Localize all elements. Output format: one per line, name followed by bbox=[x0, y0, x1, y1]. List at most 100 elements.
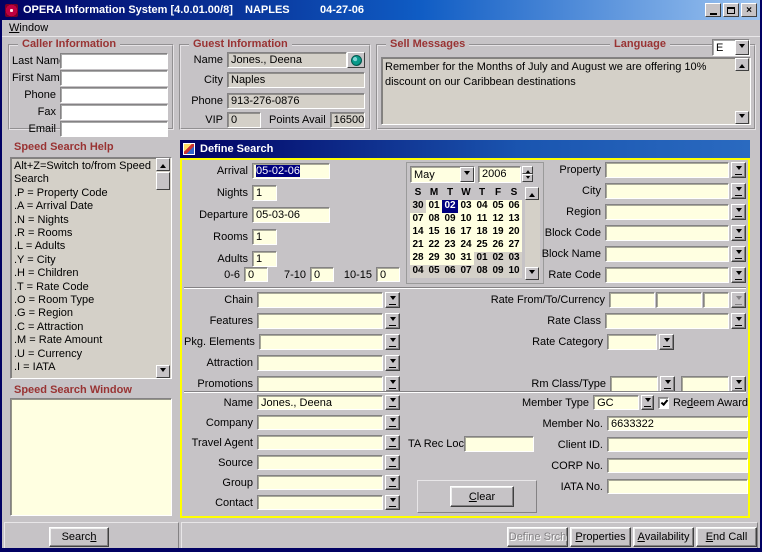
lov-button[interactable] bbox=[385, 475, 400, 490]
rate-to-field[interactable] bbox=[656, 292, 702, 308]
lov-button[interactable] bbox=[385, 435, 400, 450]
guest-city-field[interactable]: Naples bbox=[227, 72, 365, 88]
language-select[interactable]: E bbox=[712, 39, 750, 56]
caller-field-input[interactable] bbox=[60, 70, 168, 86]
calendar-date-cell[interactable]: 26 bbox=[490, 239, 506, 252]
action-button[interactable]: Properties bbox=[570, 527, 631, 547]
lov-button[interactable] bbox=[731, 225, 746, 241]
scroll-down-button[interactable] bbox=[156, 365, 170, 378]
profile-field-input[interactable] bbox=[257, 435, 383, 450]
calendar-date-cell[interactable]: 30 bbox=[442, 252, 458, 265]
lov-button[interactable] bbox=[659, 334, 674, 350]
calendar-date-cell[interactable]: 27 bbox=[506, 239, 522, 252]
calendar-date-cell[interactable]: 19 bbox=[490, 226, 506, 239]
children-age-field[interactable]: 0 bbox=[376, 267, 400, 282]
calendar-date-cell[interactable]: 05 bbox=[490, 200, 506, 213]
calendar-date-cell[interactable]: 07 bbox=[458, 265, 474, 278]
lov-button[interactable] bbox=[385, 292, 400, 308]
calendar-date-cell[interactable]: 15 bbox=[426, 226, 442, 239]
calendar-date-cell[interactable]: 16 bbox=[442, 226, 458, 239]
lov-button[interactable] bbox=[385, 395, 400, 410]
caller-field-input[interactable] bbox=[60, 121, 168, 137]
calendar-date-cell[interactable]: 04 bbox=[410, 265, 426, 278]
calendar-date-cell[interactable]: 14 bbox=[410, 226, 426, 239]
guest-vip-field[interactable]: 0 bbox=[227, 112, 261, 128]
feature-field-input[interactable] bbox=[257, 313, 383, 329]
lov-button[interactable] bbox=[731, 246, 746, 262]
rate-class-field[interactable] bbox=[605, 313, 729, 329]
calendar-date-cell[interactable]: 17 bbox=[458, 226, 474, 239]
lov-button[interactable] bbox=[385, 495, 400, 510]
calendar-date-cell[interactable]: 04 bbox=[474, 200, 490, 213]
speed-search-input[interactable] bbox=[10, 398, 172, 516]
calendar-date-cell[interactable]: 30 bbox=[410, 200, 426, 213]
lov-button[interactable] bbox=[731, 267, 746, 283]
calendar-date-cell[interactable]: 02 bbox=[490, 252, 506, 265]
lov-button[interactable] bbox=[385, 415, 400, 430]
lov-button[interactable] bbox=[731, 292, 746, 308]
adults-field[interactable]: 1 bbox=[252, 251, 277, 267]
lov-button[interactable] bbox=[731, 183, 746, 199]
lov-button[interactable] bbox=[385, 334, 400, 350]
caller-field-input[interactable] bbox=[60, 53, 168, 69]
speed-search-help-list[interactable]: Alt+Z=Switch to/from SpeedSearch.P = Pro… bbox=[10, 157, 172, 379]
feature-field-input[interactable] bbox=[259, 334, 383, 350]
calendar-date-cell[interactable]: 23 bbox=[442, 239, 458, 252]
month-dropdown-button[interactable] bbox=[460, 167, 474, 182]
calendar-date-cell[interactable]: 20 bbox=[506, 226, 522, 239]
location-field-input[interactable] bbox=[605, 267, 729, 283]
profile-field-input[interactable] bbox=[257, 415, 383, 430]
calendar-date-cell[interactable]: 02 bbox=[442, 200, 458, 213]
profile-field-input[interactable] bbox=[257, 475, 383, 490]
lov-button[interactable] bbox=[385, 455, 400, 470]
calendar-month-select[interactable]: May bbox=[410, 166, 475, 183]
calendar-date-cell[interactable]: 06 bbox=[506, 200, 522, 213]
search-button[interactable]: Search bbox=[49, 527, 109, 547]
profile-lookup-button[interactable] bbox=[347, 52, 365, 68]
sell-message-scrollbar[interactable] bbox=[735, 58, 750, 124]
calendar-date-cell[interactable]: 05 bbox=[426, 265, 442, 278]
action-button[interactable]: Define Srch bbox=[507, 527, 568, 547]
calendar-date-cell[interactable]: 25 bbox=[474, 239, 490, 252]
rate-category-field[interactable] bbox=[607, 334, 657, 350]
scroll-down-button[interactable] bbox=[735, 111, 749, 124]
calendar-date-cell[interactable]: 29 bbox=[426, 252, 442, 265]
feature-field-input[interactable] bbox=[257, 376, 383, 392]
scroll-up-button[interactable] bbox=[735, 58, 749, 71]
scroll-up-button[interactable] bbox=[156, 158, 170, 171]
calendar-date-cell[interactable]: 03 bbox=[458, 200, 474, 213]
rm-type-field[interactable] bbox=[681, 376, 729, 392]
close-button[interactable]: × bbox=[741, 3, 757, 17]
lov-button[interactable] bbox=[385, 376, 400, 392]
guest-phone-field[interactable]: 913-276-0876 bbox=[227, 93, 365, 109]
lov-button[interactable] bbox=[641, 395, 654, 410]
lov-button[interactable] bbox=[385, 313, 400, 329]
calendar-date-cell[interactable]: 11 bbox=[474, 213, 490, 226]
calendar-date-cell[interactable]: 12 bbox=[490, 213, 506, 226]
lov-button[interactable] bbox=[731, 313, 746, 329]
rate-from-field[interactable] bbox=[609, 292, 655, 308]
calendar-date-cell[interactable]: 31 bbox=[458, 252, 474, 265]
rm-class-field[interactable] bbox=[610, 376, 658, 392]
minimize-button[interactable] bbox=[705, 3, 721, 17]
calendar-date-cell[interactable]: 09 bbox=[442, 213, 458, 226]
member-no-field[interactable]: 6633322 bbox=[607, 416, 748, 431]
location-field-input[interactable] bbox=[605, 225, 729, 241]
calendar-year-field[interactable]: 2006 bbox=[478, 166, 521, 183]
points-avail-field[interactable]: 16500 bbox=[330, 112, 365, 128]
calendar-date-cell[interactable]: 21 bbox=[410, 239, 426, 252]
caller-field-input[interactable] bbox=[60, 104, 168, 120]
lov-button[interactable] bbox=[660, 376, 675, 392]
calendar-date-cell[interactable]: 22 bbox=[426, 239, 442, 252]
arrival-field[interactable]: 05-02-06 bbox=[252, 163, 330, 179]
children-age-field[interactable]: 0 bbox=[244, 267, 268, 282]
calendar-date-cell[interactable]: 06 bbox=[442, 265, 458, 278]
calendar-date-cell[interactable]: 10 bbox=[506, 265, 522, 278]
help-scrollbar[interactable] bbox=[156, 158, 171, 378]
calendar-date-cell[interactable]: 09 bbox=[490, 265, 506, 278]
menu-window[interactable]: Window bbox=[9, 22, 48, 34]
scrollbar-thumb[interactable] bbox=[156, 172, 170, 190]
calendar-date-cell[interactable]: 07 bbox=[410, 213, 426, 226]
calendar-date-cell[interactable]: 08 bbox=[426, 213, 442, 226]
lov-button[interactable] bbox=[731, 204, 746, 220]
